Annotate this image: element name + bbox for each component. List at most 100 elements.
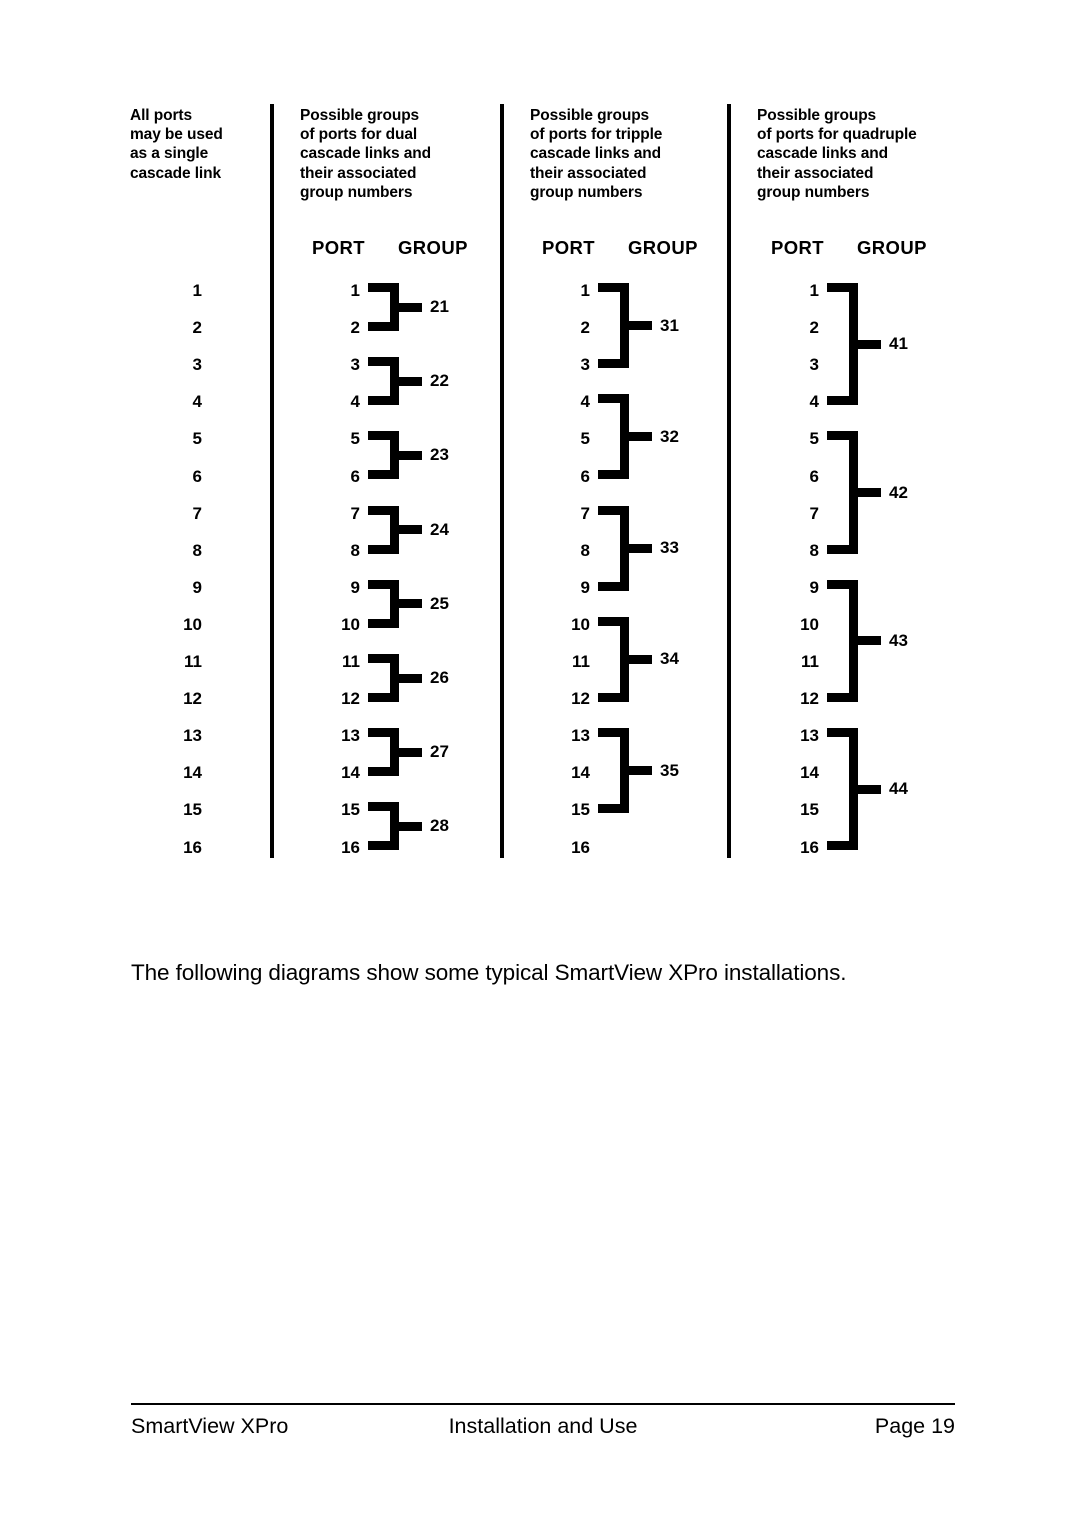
port-number: 10 bbox=[341, 614, 360, 634]
port-number: 2 bbox=[809, 318, 819, 338]
group-number: 26 bbox=[430, 668, 449, 688]
port-number: 16 bbox=[183, 837, 202, 857]
port-number: 7 bbox=[350, 503, 360, 523]
port-number: 10 bbox=[800, 614, 819, 634]
brace-stub bbox=[626, 321, 652, 331]
port-number: 9 bbox=[350, 577, 360, 597]
brace-stub bbox=[396, 673, 422, 683]
brace-stub bbox=[396, 747, 422, 757]
brace-stub bbox=[626, 766, 652, 776]
port-number: 9 bbox=[580, 577, 590, 597]
port-number: 4 bbox=[809, 392, 819, 412]
port-number: 11 bbox=[342, 652, 360, 671]
port-number: 11 bbox=[572, 652, 590, 671]
port-number: 12 bbox=[571, 689, 590, 709]
port-list: 1 2 3 4 5 6 7 8 9 10 11 12 13 14 15 16 31 32 33 34 35 bbox=[530, 0, 725, 857]
port-number: 5 bbox=[580, 429, 590, 449]
port-number: 13 bbox=[341, 726, 360, 746]
port-number: 4 bbox=[580, 392, 590, 412]
brace-stub bbox=[396, 450, 422, 460]
brace-stub bbox=[855, 636, 881, 646]
port-number: 7 bbox=[809, 503, 819, 523]
column-divider-1 bbox=[270, 104, 274, 858]
port-number: 6 bbox=[192, 466, 202, 486]
group-number: 21 bbox=[430, 297, 449, 317]
port-number: 15 bbox=[341, 800, 360, 820]
body-paragraph: The following diagrams show some typical… bbox=[131, 960, 847, 985]
footer-doc-title: Installation and Use bbox=[448, 1414, 638, 1438]
port-number: 6 bbox=[350, 466, 360, 486]
port-number: 12 bbox=[183, 689, 202, 709]
port-number: 2 bbox=[350, 318, 360, 338]
port-number: 2 bbox=[580, 318, 590, 338]
port-number: 8 bbox=[809, 540, 819, 560]
brace-stub bbox=[396, 525, 422, 535]
port-number: 8 bbox=[192, 540, 202, 560]
port-number: 1 bbox=[580, 281, 590, 300]
port-number: 10 bbox=[183, 614, 202, 634]
port-number: 15 bbox=[800, 800, 819, 820]
port-number: 6 bbox=[809, 466, 819, 486]
group-number: 24 bbox=[430, 519, 449, 539]
port-number: 7 bbox=[192, 503, 202, 523]
column-divider-2 bbox=[500, 104, 504, 858]
group-number: 22 bbox=[430, 371, 449, 391]
port-number: 1 bbox=[809, 281, 819, 300]
group-number: 27 bbox=[430, 742, 449, 762]
brace-stub bbox=[855, 339, 881, 349]
port-number: 11 bbox=[184, 652, 202, 671]
port-number: 14 bbox=[571, 763, 590, 783]
group-number: 33 bbox=[660, 538, 679, 558]
port-number: 16 bbox=[341, 837, 360, 857]
port-number: 14 bbox=[341, 763, 360, 783]
port-number: 8 bbox=[580, 540, 590, 560]
group-number: 34 bbox=[660, 649, 679, 669]
brace-stub bbox=[855, 784, 881, 794]
port-list: 1 2 3 4 5 6 7 8 9 10 11 12 13 14 15 16 21 22 23 24 25 26 27 28 bbox=[300, 0, 500, 857]
group-number: 25 bbox=[430, 593, 449, 613]
port-list: 1 2 3 4 5 6 7 8 9 10 11 12 13 14 15 16 41 42 43 44 bbox=[757, 0, 967, 857]
brace-stub bbox=[396, 376, 422, 386]
group-number: 43 bbox=[889, 630, 908, 650]
brace-stub bbox=[855, 488, 881, 498]
port-number: 3 bbox=[580, 355, 590, 375]
group-number: 42 bbox=[889, 482, 908, 502]
port-number: 4 bbox=[192, 392, 202, 412]
port-number: 15 bbox=[571, 800, 590, 820]
port-number: 3 bbox=[192, 355, 202, 375]
page-footer: SmartView XPro Installation and Use Page… bbox=[131, 1403, 955, 1448]
group-number: 23 bbox=[430, 445, 449, 465]
group-number: 31 bbox=[660, 315, 679, 335]
port-number: 4 bbox=[350, 392, 360, 412]
port-number: 12 bbox=[800, 689, 819, 709]
port-number: 10 bbox=[571, 614, 590, 634]
brace-stub bbox=[396, 821, 422, 831]
footer-rule bbox=[131, 1403, 955, 1405]
port-number: 1 bbox=[350, 281, 360, 300]
cascade-group-diagram: All ports may be used as a single cascad… bbox=[0, 0, 1080, 900]
brace-stub bbox=[626, 432, 652, 442]
brace-stub bbox=[396, 599, 422, 609]
port-number: 7 bbox=[580, 503, 590, 523]
footer-page-number: Page 19 bbox=[874, 1414, 955, 1438]
port-number: 3 bbox=[809, 355, 819, 375]
port-number: 6 bbox=[580, 466, 590, 486]
port-number: 9 bbox=[192, 577, 202, 597]
port-number: 13 bbox=[183, 726, 202, 746]
port-number: 14 bbox=[800, 763, 819, 783]
port-number: 5 bbox=[350, 429, 360, 449]
port-number: 11 bbox=[801, 652, 819, 671]
port-number: 13 bbox=[571, 726, 590, 746]
port-number: 9 bbox=[809, 577, 819, 597]
brace-stub bbox=[626, 654, 652, 664]
port-list: 1 2 3 4 5 6 7 8 9 10 11 12 13 14 15 16 bbox=[130, 0, 270, 857]
group-number: 44 bbox=[889, 779, 908, 799]
brace-stub bbox=[396, 302, 422, 312]
port-number: 5 bbox=[192, 429, 202, 449]
port-number: 2 bbox=[192, 318, 202, 338]
group-number: 35 bbox=[660, 760, 679, 780]
port-number: 5 bbox=[809, 429, 819, 449]
group-number: 28 bbox=[430, 816, 449, 836]
brace-stub bbox=[626, 543, 652, 553]
group-number: 41 bbox=[889, 334, 908, 354]
